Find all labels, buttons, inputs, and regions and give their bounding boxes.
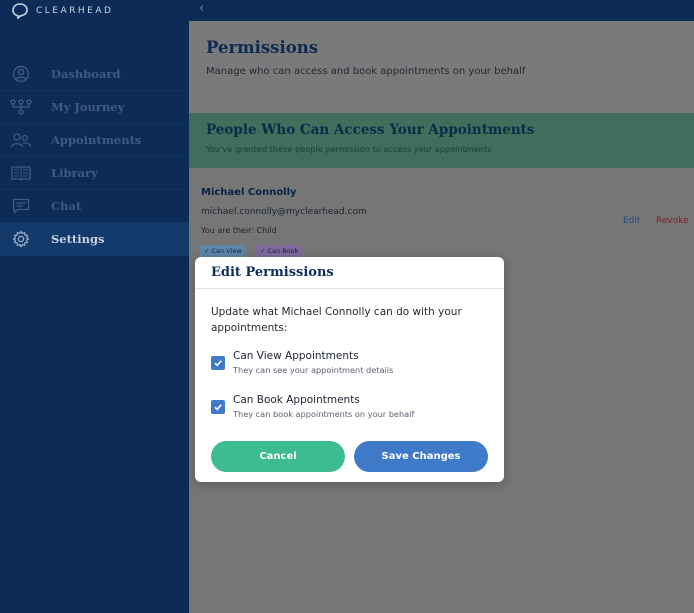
can-view-checkbox[interactable] [211, 356, 225, 370]
can-view-badge: ✓ Can View [200, 245, 246, 257]
access-section-header: People Who Can Access Your Appointments … [189, 113, 694, 168]
page-subtitle: Manage who can access and book appointme… [206, 66, 526, 77]
edit-permissions-modal: Edit Permissions Update what Michael Con… [195, 257, 504, 482]
divider [195, 288, 504, 289]
chat-icon [10, 195, 32, 217]
gear-icon [10, 228, 32, 250]
can-book-option[interactable]: Can Book Appointments They can book appo… [211, 393, 414, 419]
top-bar: ‹ [189, 0, 694, 21]
checkmark-icon [214, 404, 222, 411]
sidebar-item-my-journey[interactable]: My Journey [0, 91, 189, 124]
users-icon [10, 129, 32, 151]
page-title: Permissions [206, 38, 319, 57]
sidebar: CLEARHEAD Dashboard My Journey Appointme… [0, 0, 189, 613]
option-label: Can View Appointments [233, 350, 359, 362]
sidebar-nav: Dashboard My Journey Appointments Librar… [0, 58, 189, 256]
clearhead-logo-icon [12, 3, 28, 19]
sidebar-item-label: Appointments [51, 133, 142, 147]
modal-description: Update what Michael Connolly can do with… [211, 306, 462, 334]
journey-icon [10, 96, 32, 118]
can-view-option[interactable]: Can View Appointments They can see your … [211, 349, 393, 375]
sidebar-item-settings[interactable]: Settings [0, 223, 189, 256]
option-label: Can Book Appointments [233, 394, 360, 406]
page-header: Permissions Manage who can access and bo… [189, 21, 694, 113]
person-name: Michael Connolly [201, 187, 297, 198]
sidebar-item-label: Chat [51, 199, 82, 213]
section-title: People Who Can Access Your Appointments [206, 122, 535, 138]
chevron-left-icon[interactable]: ‹ [199, 1, 204, 16]
modal-title: Edit Permissions [211, 265, 334, 280]
person-email: michael.connolly@myclearhead.com [201, 207, 367, 217]
can-book-badge: ✓ Can Book [256, 245, 303, 257]
sidebar-item-chat[interactable]: Chat [0, 190, 189, 223]
person-relation: You are their: Child [201, 226, 277, 235]
sidebar-item-label: Dashboard [51, 67, 121, 81]
section-subtitle: You've granted these people permission t… [206, 144, 492, 154]
edit-link[interactable]: Edit [623, 216, 640, 226]
sidebar-item-label: Settings [51, 232, 105, 246]
revoke-link[interactable]: Revoke [656, 216, 689, 226]
user-circle-icon [10, 63, 32, 85]
brand-name: CLEARHEAD [36, 6, 114, 16]
sidebar-item-label: Library [51, 166, 98, 180]
book-icon [10, 162, 32, 184]
checkmark-icon [214, 360, 222, 367]
sidebar-item-appointments[interactable]: Appointments [0, 124, 189, 157]
brand-logo[interactable]: CLEARHEAD [12, 2, 113, 20]
sidebar-item-label: My Journey [51, 100, 125, 114]
sidebar-item-dashboard[interactable]: Dashboard [0, 58, 189, 91]
save-changes-button[interactable]: Save Changes [354, 441, 488, 472]
sidebar-item-library[interactable]: Library [0, 157, 189, 190]
option-hint: They can see your appointment details [233, 365, 394, 375]
can-book-checkbox[interactable] [211, 400, 225, 414]
cancel-button[interactable]: Cancel [211, 441, 345, 472]
option-hint: They can book appointments on your behal… [233, 409, 415, 419]
